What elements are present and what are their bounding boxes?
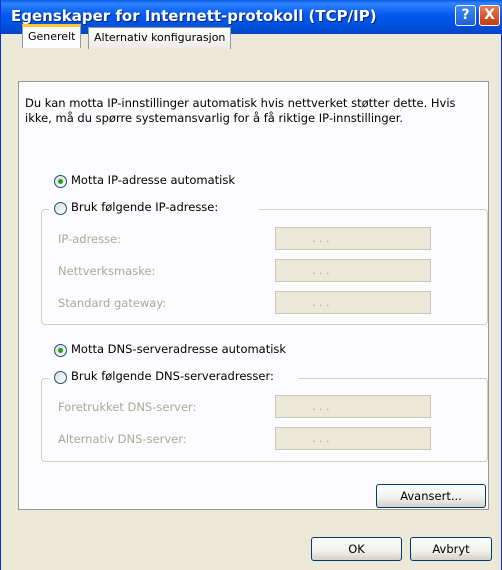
tab-generelt[interactable]: Generelt xyxy=(22,24,82,48)
ip-address-dots: . . . xyxy=(312,232,330,245)
alternate-dns-field[interactable]: . . . xyxy=(275,427,431,450)
close-icon[interactable]: X xyxy=(479,5,500,26)
subnet-mask-field[interactable]: . . . xyxy=(275,259,431,282)
dns-manual-label[interactable]: Bruk følgende DNS-serveradresser: xyxy=(71,369,274,383)
tab-alternativ-konfigurasjon[interactable]: Alternativ konfigurasjon xyxy=(88,27,232,49)
cancel-button[interactable]: Avbryt xyxy=(410,537,492,561)
advanced-button[interactable]: Avansert... xyxy=(376,484,486,508)
default-gateway-dots: . . . xyxy=(312,296,330,309)
default-gateway-field[interactable]: . . . xyxy=(275,291,431,314)
alternate-dns-dots: . . . xyxy=(312,432,330,445)
help-icon[interactable]: ? xyxy=(455,5,476,26)
dns-auto-label[interactable]: Motta DNS-serveradresse automatisk xyxy=(71,342,286,356)
default-gateway-label: Standard gateway: xyxy=(58,296,167,310)
ip-manual-radio[interactable] xyxy=(54,202,67,215)
ip-manual-label[interactable]: Bruk følgende IP-adresse: xyxy=(71,200,218,214)
ok-button[interactable]: OK xyxy=(311,537,402,561)
subnet-mask-label: Nettverksmaske: xyxy=(58,264,156,278)
ip-address-field[interactable]: . . . xyxy=(275,227,431,250)
subnet-mask-dots: . . . xyxy=(312,264,330,277)
alternate-dns-label: Alternativ DNS-server: xyxy=(58,432,187,446)
preferred-dns-label: Foretrukket DNS-server: xyxy=(58,400,197,414)
intro-text: Du kan motta IP-innstillinger automatisk… xyxy=(25,96,456,125)
window-title: Egenskaper for Internett-protokoll (TCP/… xyxy=(11,7,377,25)
preferred-dns-field[interactable]: . . . xyxy=(275,395,431,418)
ip-auto-label[interactable]: Motta IP-adresse automatisk xyxy=(71,173,235,187)
tcpip-properties-dialog: Egenskaper for Internett-protokoll (TCP/… xyxy=(0,0,502,570)
preferred-dns-dots: . . . xyxy=(312,400,330,413)
ip-address-label: IP-adresse: xyxy=(58,232,122,246)
dns-manual-radio[interactable] xyxy=(54,371,67,384)
ip-auto-radio[interactable] xyxy=(54,175,67,188)
dns-auto-radio[interactable] xyxy=(54,344,67,357)
